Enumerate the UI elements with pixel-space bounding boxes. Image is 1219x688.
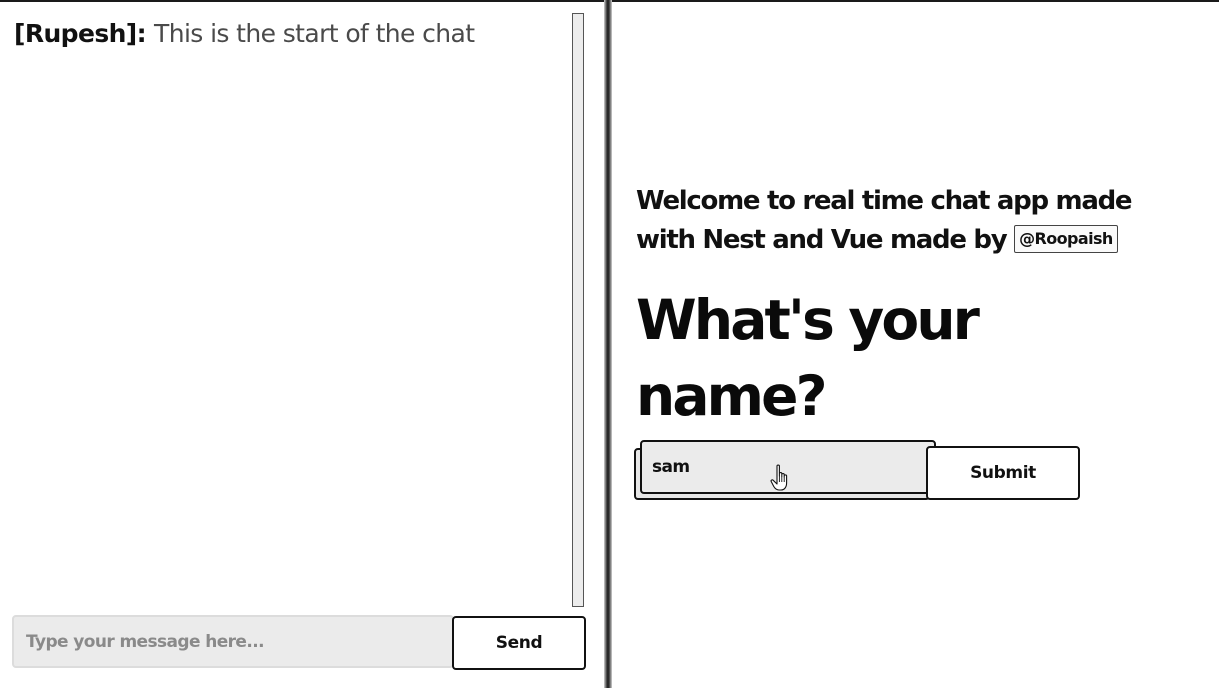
- chat-pane: [Rupesh]:This is the start of the chat S…: [0, 2, 604, 688]
- submit-button[interactable]: Submit: [926, 446, 1080, 500]
- message-author: [Rupesh]:: [14, 19, 147, 48]
- pane-divider[interactable]: [604, 0, 612, 688]
- message-text: This is the start of the chat: [154, 19, 475, 48]
- author-badge: @Roopaish: [1014, 224, 1118, 253]
- hand-pointer-icon: [770, 464, 788, 491]
- send-button[interactable]: Send: [452, 616, 586, 670]
- login-pane: Welcome to real time chat app made with …: [612, 2, 1219, 688]
- page-title: What's your name?: [636, 288, 980, 428]
- chat-log: [Rupesh]: This is the start of the chat: [14, 18, 564, 50]
- message-input[interactable]: [12, 615, 454, 668]
- welcome-message: Welcome to real time chat app made with …: [636, 182, 1196, 260]
- chat-message: [Rupesh]: This is the start of the chat: [14, 18, 564, 50]
- chat-scrollbar[interactable]: [572, 13, 584, 607]
